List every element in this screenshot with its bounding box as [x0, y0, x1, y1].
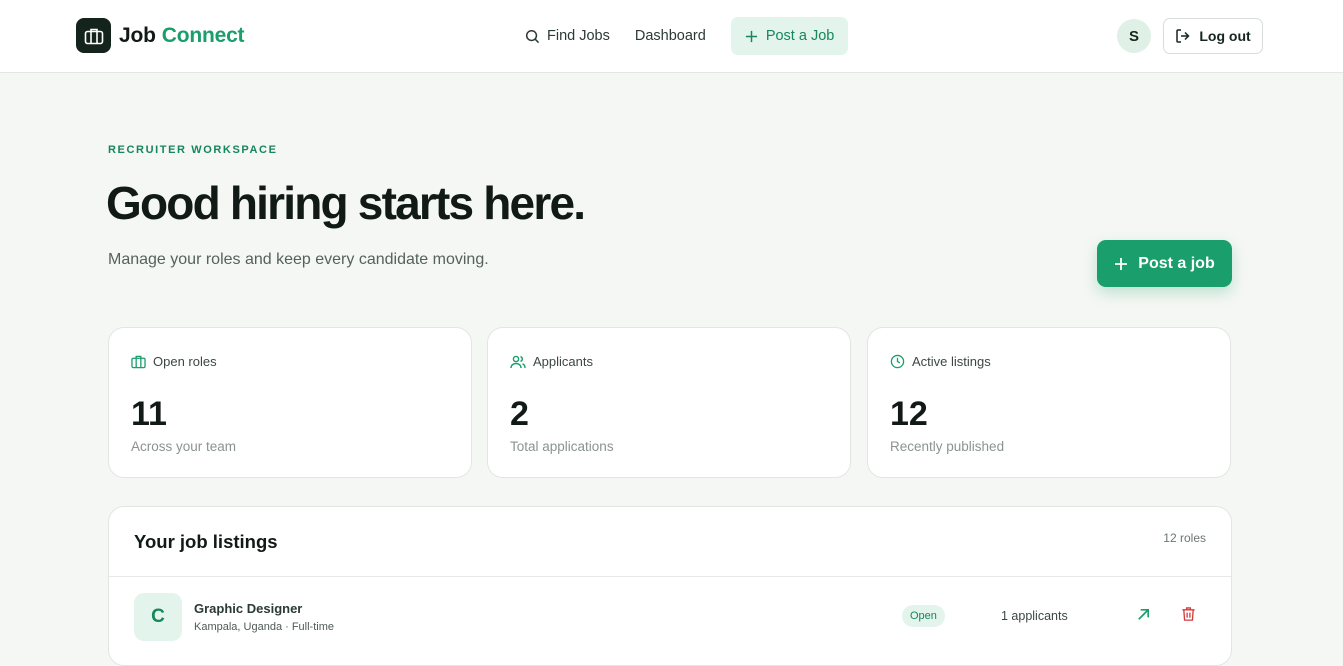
arrow-up-right-icon	[1138, 608, 1150, 620]
brand-name-part2: Connect	[161, 23, 245, 47]
stat-value: 12	[890, 395, 928, 433]
nav-find-jobs[interactable]: Find Jobs	[525, 28, 610, 44]
trash-icon	[1182, 607, 1195, 621]
briefcase-icon	[131, 355, 146, 368]
stat-header: Active listings	[890, 354, 991, 369]
roles-count: 12 roles	[1163, 531, 1206, 545]
page-subtitle: Manage your roles and keep every candida…	[108, 251, 489, 268]
stat-label: Active listings	[912, 354, 991, 369]
plus-icon	[745, 30, 757, 42]
stat-value: 2	[510, 395, 529, 433]
stat-value: 11	[131, 395, 167, 433]
status-badge: Open	[902, 605, 945, 627]
stat-label: Applicants	[533, 354, 593, 369]
nav-dashboard[interactable]: Dashboard	[635, 28, 706, 44]
brand[interactable]: Job Connect	[76, 18, 245, 53]
logout-button[interactable]: Log out	[1163, 18, 1263, 54]
plus-icon	[1115, 257, 1128, 270]
user-avatar[interactable]: S	[1117, 19, 1151, 53]
stat-card-active-listings: Active listings 12 Recently published	[867, 327, 1231, 478]
job-listings-panel: Your job listings 12 roles C Graphic Des…	[108, 506, 1232, 666]
briefcase-logo-icon	[76, 18, 111, 53]
page-title: Good hiring starts here.	[106, 177, 586, 229]
stat-card-applicants: Applicants 2 Total applications	[487, 327, 851, 478]
clock-icon	[890, 354, 905, 369]
brand-name: Job Connect	[119, 23, 245, 48]
post-job-button-label: Post a job	[1138, 254, 1215, 272]
nav-find-jobs-label: Find Jobs	[547, 28, 610, 44]
section-eyebrow: RECRUITER WORKSPACE	[108, 144, 278, 156]
stat-caption: Across your team	[131, 439, 237, 454]
applicants-count: 1 applicants	[1001, 609, 1068, 623]
main-nav: Find Jobs Dashboard Post a Job	[525, 17, 849, 55]
panel-title: Your job listings	[134, 531, 278, 552]
post-job-button[interactable]: Post a job	[1097, 240, 1232, 287]
stat-caption: Recently published	[890, 439, 1005, 454]
logout-label: Log out	[1199, 28, 1251, 44]
job-meta: Kampala, Uganda · Full-time	[194, 621, 335, 633]
top-navbar: Job Connect Find Jobs Dashboard Post a Jo…	[0, 0, 1343, 73]
stat-card-open-roles: Open roles 11 Across your team	[108, 327, 472, 478]
delete-listing-button[interactable]	[1181, 606, 1196, 627]
stat-caption: Total applications	[510, 439, 614, 454]
search-icon	[525, 29, 540, 43]
logout-icon	[1176, 29, 1190, 43]
stat-label: Open roles	[153, 354, 217, 369]
nav-post-job-button[interactable]: Post a Job	[730, 17, 849, 55]
users-icon	[510, 355, 526, 368]
job-title[interactable]: Graphic Designer	[194, 601, 302, 616]
table-row[interactable]: C Graphic Designer Kampala, Uganda · Ful…	[109, 577, 1231, 665]
open-listing-button[interactable]	[1136, 607, 1151, 627]
brand-name-part1: Job	[119, 23, 156, 47]
nav-post-job-label: Post a Job	[765, 28, 835, 44]
stat-header: Open roles	[131, 354, 217, 369]
company-avatar: C	[134, 593, 182, 641]
stat-header: Applicants	[510, 354, 593, 369]
